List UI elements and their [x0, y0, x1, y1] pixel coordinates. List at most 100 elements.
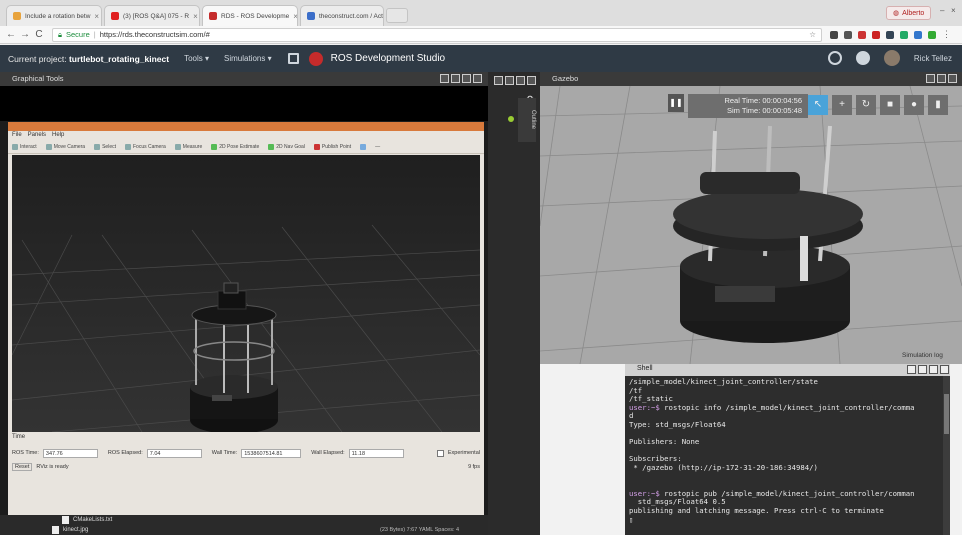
- translate-mode-icon[interactable]: +: [832, 95, 852, 115]
- ruler-icon: [174, 144, 181, 150]
- file-item[interactable]: CMakeLists.txt: [62, 516, 112, 524]
- browser-tab-3[interactable]: RDS - ROS Developme ×: [202, 5, 298, 26]
- close-icon[interactable]: [473, 74, 482, 83]
- ros-time-field[interactable]: 347.76: [42, 448, 98, 458]
- ros-elapsed-field[interactable]: 7.04: [146, 448, 202, 458]
- rviz-menu-file[interactable]: File: [12, 132, 22, 141]
- reset-button[interactable]: Reset: [12, 463, 33, 471]
- maximize-icon[interactable]: [462, 74, 471, 83]
- close-window-icon[interactable]: ×: [951, 6, 956, 15]
- scrollbar-thumb[interactable]: [944, 394, 949, 434]
- address-bar[interactable]: 🔒︎ Secure | https://rds.theconstructsim.…: [52, 27, 822, 42]
- extension-icon[interactable]: [928, 30, 936, 39]
- real-time: Real Time: 00:00:04:56: [724, 96, 802, 105]
- browser-tab-4[interactable]: theconstruct.com / Act ×: [300, 5, 384, 26]
- detach-icon[interactable]: [494, 76, 503, 85]
- simulations-menu[interactable]: Simulations ▾: [224, 54, 272, 63]
- pause-button[interactable]: ❚❚: [668, 94, 684, 112]
- experimental-checkbox[interactable]: [436, 449, 444, 457]
- tool-label: 2D Nav Goal: [276, 144, 305, 150]
- select-mode-icon[interactable]: ↖: [808, 95, 828, 115]
- back-icon[interactable]: ←: [4, 29, 18, 40]
- extension-icon[interactable]: [830, 30, 838, 39]
- save-icon[interactable]: [287, 53, 299, 64]
- rviz-menu-help[interactable]: Help: [52, 132, 64, 141]
- minimize-icon[interactable]: [918, 365, 927, 374]
- menu-icon[interactable]: ⋮: [942, 29, 951, 40]
- tools-menu[interactable]: Tools ▾: [184, 54, 209, 63]
- extension-icon[interactable]: [914, 30, 922, 39]
- close-icon[interactable]: [940, 365, 949, 374]
- minimize-icon[interactable]: –: [940, 6, 944, 15]
- extension-icon[interactable]: [858, 30, 866, 39]
- profile-chip[interactable]: ◍ Alberto: [886, 6, 932, 20]
- username[interactable]: Rick Tellez: [914, 54, 952, 63]
- profile-name: Alberto: [902, 9, 925, 17]
- simulation-log-link[interactable]: Simulation log: [902, 352, 943, 359]
- extension-icon[interactable]: [886, 30, 894, 39]
- rviz-status-text: RViz is ready: [36, 464, 69, 470]
- detach-icon[interactable]: [907, 365, 916, 374]
- tool-select[interactable]: Select: [94, 144, 116, 150]
- close-icon[interactable]: ×: [94, 12, 99, 21]
- new-tab-button[interactable]: [386, 8, 408, 23]
- rviz-menu-panels[interactable]: Panels: [28, 132, 46, 141]
- time-panel-label: Time: [12, 434, 26, 440]
- detach-icon[interactable]: [440, 74, 449, 83]
- maximize-icon[interactable]: [929, 365, 938, 374]
- maximize-icon[interactable]: [948, 74, 957, 83]
- forward-icon[interactable]: →: [18, 29, 32, 40]
- tool-label: Measure: [182, 144, 203, 150]
- tool-add[interactable]: [360, 144, 367, 150]
- outline-tab[interactable]: Outline: [518, 98, 536, 142]
- minimize-icon[interactable]: [505, 76, 514, 85]
- close-icon[interactable]: [527, 76, 536, 85]
- tool-focus-camera[interactable]: Focus Camera: [125, 144, 166, 150]
- clock-icon[interactable]: [855, 51, 870, 65]
- sphere-shape-icon[interactable]: ●: [904, 95, 924, 115]
- terminal-text: Type: std_msgs/Float64: [629, 419, 726, 429]
- vnc-black-area: [0, 86, 488, 121]
- tool-2d-pose-estimate[interactable]: 2D Pose Estimate: [211, 144, 259, 150]
- browser-tab-1[interactable]: Include a rotation betw ×: [6, 5, 102, 26]
- gazebo-title: Gazebo: [552, 74, 579, 83]
- avatar[interactable]: [883, 50, 900, 66]
- maximize-icon[interactable]: [516, 76, 525, 85]
- terminal-line: [629, 473, 939, 482]
- rviz-3d-viewport[interactable]: [12, 155, 480, 432]
- select-icon: [94, 144, 101, 150]
- minimize-icon[interactable]: [937, 74, 946, 83]
- wall-time-field[interactable]: 1538607514.81: [241, 448, 302, 458]
- wall-elapsed-field[interactable]: 11.18: [348, 448, 404, 458]
- tool-interact[interactable]: Interact: [12, 144, 37, 150]
- globe-icon[interactable]: [827, 51, 842, 65]
- tool-2d-nav-goal[interactable]: 2D Nav Goal: [268, 144, 305, 150]
- panel-window-buttons: [440, 74, 482, 83]
- browser-tab-2[interactable]: (3) [ROS Q&A] 075 - R ×: [104, 5, 200, 26]
- terminal-output[interactable]: /simple_model/kinect_joint_controller/st…: [625, 376, 943, 535]
- extension-icon[interactable]: [900, 30, 908, 39]
- cylinder-shape-icon[interactable]: ▮: [928, 95, 948, 115]
- file-item[interactable]: kinect.jpg: [52, 526, 88, 534]
- star-icon[interactable]: ☆: [809, 30, 816, 39]
- tool-measure[interactable]: Measure: [174, 144, 203, 150]
- extension-icon[interactable]: [872, 30, 880, 39]
- ros-time-label: ROS Time:: [12, 450, 39, 456]
- detach-icon[interactable]: [926, 74, 935, 83]
- tool-publish-point[interactable]: Publish Point: [313, 144, 351, 150]
- browser-toolbar: ← → C 🔒︎ Secure | https://rds.theconstru…: [0, 26, 962, 44]
- tool-more[interactable]: —: [375, 144, 380, 150]
- rotate-mode-icon[interactable]: ↻: [856, 95, 876, 115]
- close-icon[interactable]: ×: [293, 12, 297, 21]
- time-panel: ROS Time: 347.76 ROS Elapsed: 7.04 Wall …: [12, 447, 480, 459]
- current-project: Current project: turtlebot_rotating_kine…: [8, 54, 169, 64]
- extension-icon[interactable]: [844, 30, 852, 39]
- box-shape-icon[interactable]: ■: [880, 95, 900, 115]
- dock-window-buttons: [494, 76, 536, 85]
- close-icon[interactable]: ×: [193, 12, 198, 21]
- rviz-window: File Panels Help Interact Move Camera Se…: [8, 122, 484, 515]
- reload-icon[interactable]: C: [32, 29, 46, 40]
- arrow-icon: [211, 144, 218, 150]
- tool-move-camera[interactable]: Move Camera: [45, 144, 85, 150]
- minimize-icon[interactable]: [451, 74, 460, 83]
